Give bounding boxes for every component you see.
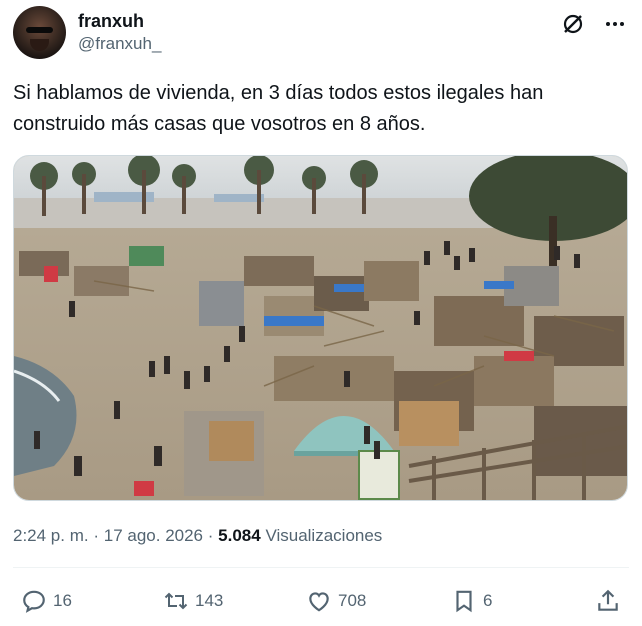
bookmark-button[interactable]: 6 (451, 588, 492, 614)
tweet-meta: 2:24 p. m. · 17 ago. 2026 · 5.084 Visual… (13, 524, 382, 548)
meta-separator: · (93, 526, 100, 545)
meta-separator: · (207, 526, 214, 545)
retweet-count: 143 (195, 591, 224, 610)
action-bar: 16 143 708 6 (13, 588, 629, 620)
tweet-date[interactable]: 17 ago. 2026 (104, 526, 203, 545)
tweet-time[interactable]: 2:24 p. m. (13, 526, 89, 545)
photo-scene (14, 156, 627, 500)
header-icons (559, 10, 629, 38)
author-display-name[interactable]: franxuh (78, 10, 161, 32)
like-count: 708 (338, 591, 367, 610)
author-names: franxuh @franxuh_ (78, 10, 161, 56)
reply-count: 16 (53, 591, 72, 610)
divider (13, 567, 629, 568)
avatar-glasses (26, 27, 53, 33)
share-icon (598, 589, 618, 611)
views-label: Visualizaciones (265, 526, 383, 545)
author-handle[interactable]: @franxuh_ (78, 32, 161, 56)
tweet-header: franxuh @franxuh_ (13, 6, 629, 62)
more-icon[interactable] (601, 10, 629, 38)
reply-button[interactable]: 16 (21, 588, 72, 614)
retweet-button[interactable]: 143 (163, 588, 223, 614)
tweet-text: Si hablamos de vivienda, en 3 días todos… (13, 82, 544, 135)
reply-icon (23, 590, 45, 613)
like-icon (309, 592, 329, 612)
bookmark-count: 6 (483, 591, 493, 610)
retweet-icon (164, 592, 188, 610)
views-count: 5.084 (218, 526, 261, 545)
avatar-beard (30, 39, 49, 51)
bookmark-icon (456, 590, 472, 613)
avatar[interactable] (13, 6, 66, 59)
tweet-photo[interactable] (13, 155, 628, 501)
share-button[interactable] (595, 588, 621, 614)
grok-icon[interactable] (559, 10, 587, 38)
like-button[interactable]: 708 (306, 588, 366, 614)
